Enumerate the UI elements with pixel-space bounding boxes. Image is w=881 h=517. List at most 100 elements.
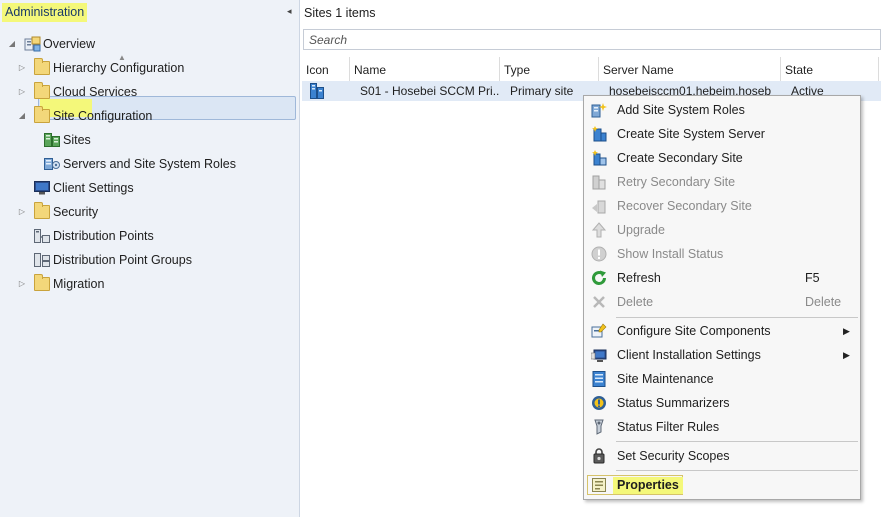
menu-item-label: Add Site System Roles: [617, 103, 745, 117]
menu-item-label: Delete: [617, 295, 654, 309]
search-input[interactable]: [303, 29, 881, 50]
tree-item-label: Overview: [43, 37, 96, 51]
tree-item-label: Client Settings: [53, 181, 134, 195]
collapse-arrow-icon[interactable]: ◢: [16, 104, 28, 128]
create-secondary-site-icon: [592, 150, 607, 166]
column-header-icon[interactable]: Icon: [302, 57, 350, 81]
menu-item-site-maintenance[interactable]: Site Maintenance: [585, 367, 859, 391]
menu-item-label: Create Site System Server: [617, 127, 765, 141]
overview-icon: [24, 36, 41, 52]
status-summarizers-icon: [592, 396, 606, 410]
nav-header: Administration ◂: [0, 0, 300, 26]
menu-item-label: Status Summarizers: [617, 396, 730, 410]
menu-item-set-security-scopes[interactable]: Set Security Scopes: [585, 444, 859, 468]
menu-item-configure-site-components[interactable]: Configure Site Components ▶: [585, 319, 859, 343]
site-name-cell: S01 - Hosebei SCCM Pri...: [360, 84, 500, 98]
menu-item-create-site-system-server[interactable]: Create Site System Server: [585, 122, 859, 146]
tree-item-distribution-point-groups[interactable]: Distribution Point Groups: [0, 248, 300, 272]
expand-arrow-icon[interactable]: ▷: [16, 272, 28, 296]
add-site-system-roles-icon: [591, 103, 607, 118]
sites-icon: [44, 133, 60, 147]
menu-item-properties[interactable]: Properties: [585, 473, 859, 497]
tree-item-label: Migration: [53, 277, 105, 291]
column-header-name[interactable]: Name: [350, 57, 500, 81]
tree-item-distribution-points[interactable]: Distribution Points: [0, 224, 300, 248]
retry-secondary-site-icon: [592, 175, 606, 190]
menu-item-label: Create Secondary Site: [617, 151, 743, 165]
tree-item-servers-and-site-system-roles[interactable]: Servers and Site System Roles: [0, 152, 300, 176]
menu-item-label: Properties: [617, 478, 679, 492]
client-installation-settings-icon: [591, 349, 607, 362]
tree-item-label: Security: [53, 205, 99, 219]
tree-item-cloud-services[interactable]: ▷ Cloud Services: [0, 80, 300, 104]
menu-item-label: Refresh: [617, 271, 661, 285]
submenu-arrow-icon: ▶: [843, 326, 850, 336]
tree-item-label: Cloud Services: [53, 85, 138, 99]
configure-site-components-icon: [591, 323, 607, 338]
shortcut-label: Delete: [805, 295, 842, 309]
refresh-icon: [592, 270, 606, 285]
tree-item-client-settings[interactable]: Client Settings: [0, 176, 300, 200]
upgrade-icon: [591, 222, 607, 238]
shortcut-label: F5: [805, 271, 820, 285]
tree-item-label: Sites: [63, 133, 91, 147]
menu-item-upgrade[interactable]: Upgrade: [585, 218, 859, 242]
tree-item-overview[interactable]: ◢ Overview: [0, 32, 300, 56]
menu-item-show-install-status[interactable]: Show Install Status: [585, 242, 859, 266]
menu-item-label: Configure Site Components: [617, 324, 771, 338]
menu-item-label: Recover Secondary Site: [617, 199, 752, 213]
tree-item-hierarchy-configuration[interactable]: ▷ Hierarchy Configuration: [0, 56, 300, 80]
submenu-arrow-icon: ▶: [843, 350, 850, 360]
collapse-arrow-icon[interactable]: ◢: [6, 32, 18, 56]
menu-item-label: Upgrade: [617, 223, 665, 237]
folder-icon: [34, 202, 50, 219]
column-header-server-name[interactable]: Server Name: [599, 57, 781, 81]
properties-icon: [592, 478, 606, 492]
folder-icon: [34, 274, 50, 291]
distribution-point-groups-icon: [34, 253, 50, 267]
menu-item-label: Site Maintenance: [617, 372, 714, 386]
distribution-point-icon: [34, 229, 50, 243]
expand-arrow-icon[interactable]: ▷: [16, 200, 28, 224]
menu-item-label: Retry Secondary Site: [617, 175, 736, 189]
menu-item-label: Show Install Status: [617, 247, 724, 261]
menu-item-add-site-system-roles[interactable]: Add Site System Roles: [585, 98, 859, 122]
menu-separator: [616, 441, 858, 442]
folder-icon: [34, 82, 50, 99]
delete-icon: [593, 296, 605, 308]
context-menu: Add Site System Roles Create Site System…: [583, 95, 861, 500]
collapse-pane-icon[interactable]: ◂: [287, 6, 292, 17]
sort-ascending-icon: ▲: [118, 53, 126, 62]
menu-item-delete[interactable]: Delete Delete: [585, 290, 859, 314]
tree-item-sites[interactable]: Sites: [0, 128, 300, 152]
tree-item-site-configuration[interactable]: ◢ Site Configuration: [0, 104, 300, 128]
menu-item-create-secondary-site[interactable]: Create Secondary Site: [585, 146, 859, 170]
menu-item-refresh[interactable]: Refresh F5: [585, 266, 859, 290]
menu-item-label: Set Security Scopes: [617, 449, 730, 463]
create-site-system-server-icon: [592, 126, 607, 142]
folder-icon: [34, 58, 50, 75]
menu-item-label: Status Filter Rules: [617, 420, 720, 434]
column-header-state[interactable]: State: [781, 57, 879, 81]
menu-item-status-summarizers[interactable]: Status Summarizers: [585, 391, 859, 415]
folder-icon: [34, 106, 50, 123]
column-header-type[interactable]: Type: [500, 57, 599, 81]
menu-item-retry-secondary-site[interactable]: Retry Secondary Site: [585, 170, 859, 194]
menu-item-label: Client Installation Settings: [617, 348, 761, 362]
navigation-pane: Administration ◂ ◢ Overview ▷ Hierarchy …: [0, 0, 300, 517]
menu-item-status-filter-rules[interactable]: Status Filter Rules: [585, 415, 859, 439]
recover-secondary-site-icon: [592, 200, 606, 214]
security-scopes-icon: [593, 448, 605, 464]
expand-arrow-icon[interactable]: ▷: [16, 80, 28, 104]
site-maintenance-icon: [592, 371, 606, 387]
install-status-icon: [591, 246, 607, 262]
status-filter-rules-icon: [594, 419, 604, 435]
menu-item-client-installation-settings[interactable]: Client Installation Settings ▶: [585, 343, 859, 367]
tree-item-security[interactable]: ▷ Security: [0, 200, 300, 224]
menu-separator: [616, 317, 858, 318]
tree-item-migration[interactable]: ▷ Migration: [0, 272, 300, 296]
menu-item-recover-secondary-site[interactable]: Recover Secondary Site: [585, 194, 859, 218]
server-roles-icon: [44, 158, 60, 170]
expand-arrow-icon[interactable]: ▷: [16, 56, 28, 80]
results-title: Sites 1 items: [304, 6, 376, 20]
